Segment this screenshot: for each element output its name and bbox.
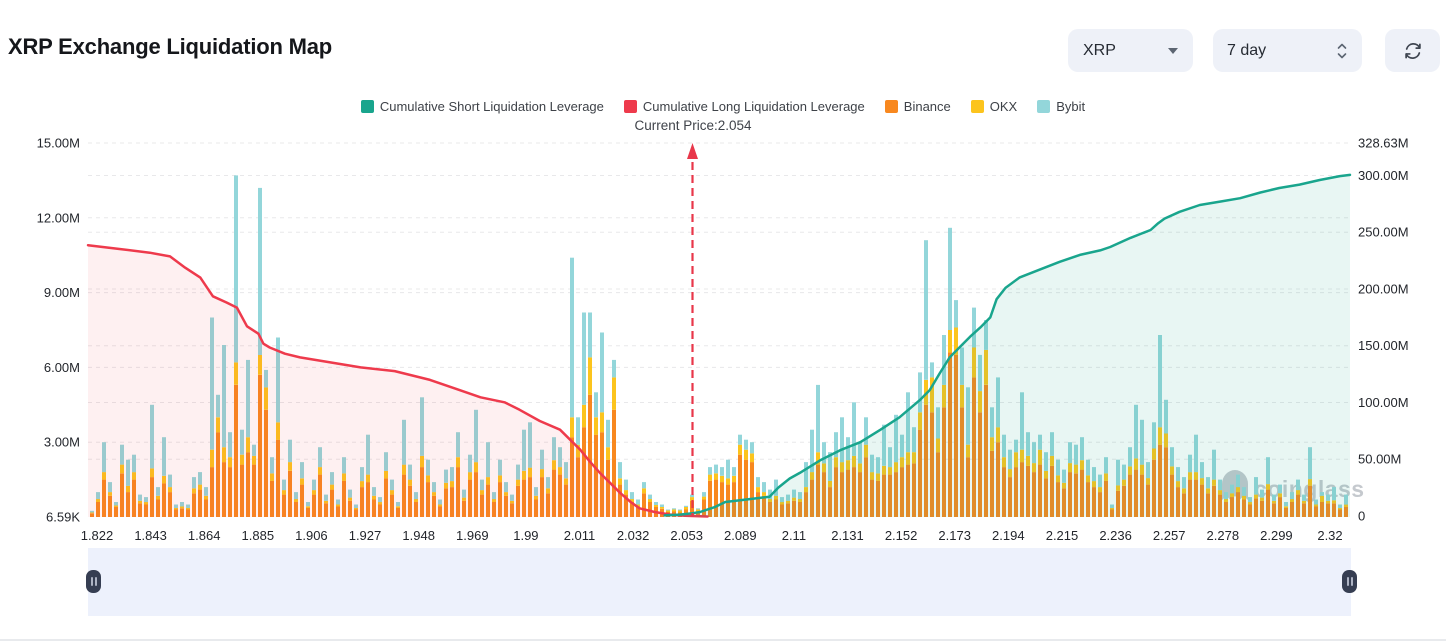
svg-text:328.63M: 328.63M bbox=[1358, 136, 1409, 151]
svg-text:1.822: 1.822 bbox=[81, 528, 114, 543]
liquidation-chart-canvas[interactable]: 15.00M12.00M9.00M6.00M3.00M6.59K328.63M3… bbox=[0, 0, 1446, 642]
svg-text:2.173: 2.173 bbox=[938, 528, 971, 543]
svg-text:250.00M: 250.00M bbox=[1358, 225, 1409, 240]
svg-text:2.011: 2.011 bbox=[564, 528, 596, 543]
svg-text:6.59K: 6.59K bbox=[46, 509, 80, 524]
svg-text:1.99: 1.99 bbox=[513, 528, 538, 543]
slider-handle-right[interactable] bbox=[1342, 570, 1357, 593]
svg-text:1.864: 1.864 bbox=[188, 528, 221, 543]
x-axis-labels: 1.822 1.843 1.864 1.885 1.906 1.927 1.948 1.969… bbox=[81, 528, 1343, 543]
svg-text:2.053: 2.053 bbox=[670, 528, 703, 543]
svg-text:12.00M: 12.00M bbox=[37, 210, 80, 225]
liquidation-map-page: XRP Exchange Liquidation Map XRP 7 day C… bbox=[0, 0, 1446, 642]
svg-text:2.11: 2.11 bbox=[782, 528, 806, 543]
right-axis-labels: 328.63M 300.00M 250.00M 200.00M 150.00M 100.0… bbox=[1358, 136, 1409, 524]
svg-text:2.152: 2.152 bbox=[885, 528, 918, 543]
svg-text:2.236: 2.236 bbox=[1099, 528, 1132, 543]
svg-text:1.927: 1.927 bbox=[349, 528, 382, 543]
svg-text:9.00M: 9.00M bbox=[44, 285, 80, 300]
svg-text:2.089: 2.089 bbox=[724, 528, 757, 543]
svg-text:2.257: 2.257 bbox=[1153, 528, 1186, 543]
current-price-line bbox=[687, 143, 698, 517]
svg-text:0: 0 bbox=[1358, 509, 1365, 524]
svg-text:1.843: 1.843 bbox=[134, 528, 167, 543]
svg-text:300.00M: 300.00M bbox=[1358, 168, 1409, 183]
svg-text:15.00M: 15.00M bbox=[37, 136, 80, 151]
svg-text:2.32: 2.32 bbox=[1317, 528, 1342, 543]
svg-text:6.00M: 6.00M bbox=[44, 360, 80, 375]
svg-text:200.00M: 200.00M bbox=[1358, 282, 1409, 297]
cumulative-short-area bbox=[665, 175, 1350, 517]
svg-text:1.948: 1.948 bbox=[402, 528, 435, 543]
bottom-divider bbox=[0, 639, 1446, 641]
svg-text:2.032: 2.032 bbox=[617, 528, 650, 543]
svg-text:150.00M: 150.00M bbox=[1358, 338, 1409, 353]
svg-text:3.00M: 3.00M bbox=[44, 435, 80, 450]
svg-text:50.00M: 50.00M bbox=[1358, 452, 1401, 467]
svg-text:2.278: 2.278 bbox=[1207, 528, 1240, 543]
svg-text:100.00M: 100.00M bbox=[1358, 395, 1409, 410]
svg-text:2.215: 2.215 bbox=[1046, 528, 1079, 543]
svg-text:2.131: 2.131 bbox=[831, 528, 864, 543]
svg-text:1.906: 1.906 bbox=[295, 528, 328, 543]
svg-text:1.969: 1.969 bbox=[456, 528, 489, 543]
slider-handle-left[interactable] bbox=[86, 570, 101, 593]
svg-text:1.885: 1.885 bbox=[242, 528, 275, 543]
svg-text:2.194: 2.194 bbox=[992, 528, 1025, 543]
slider-track[interactable] bbox=[88, 548, 1351, 616]
svg-text:2.299: 2.299 bbox=[1260, 528, 1293, 543]
left-axis-labels: 15.00M 12.00M 9.00M 6.00M 3.00M 6.59K bbox=[37, 136, 81, 525]
